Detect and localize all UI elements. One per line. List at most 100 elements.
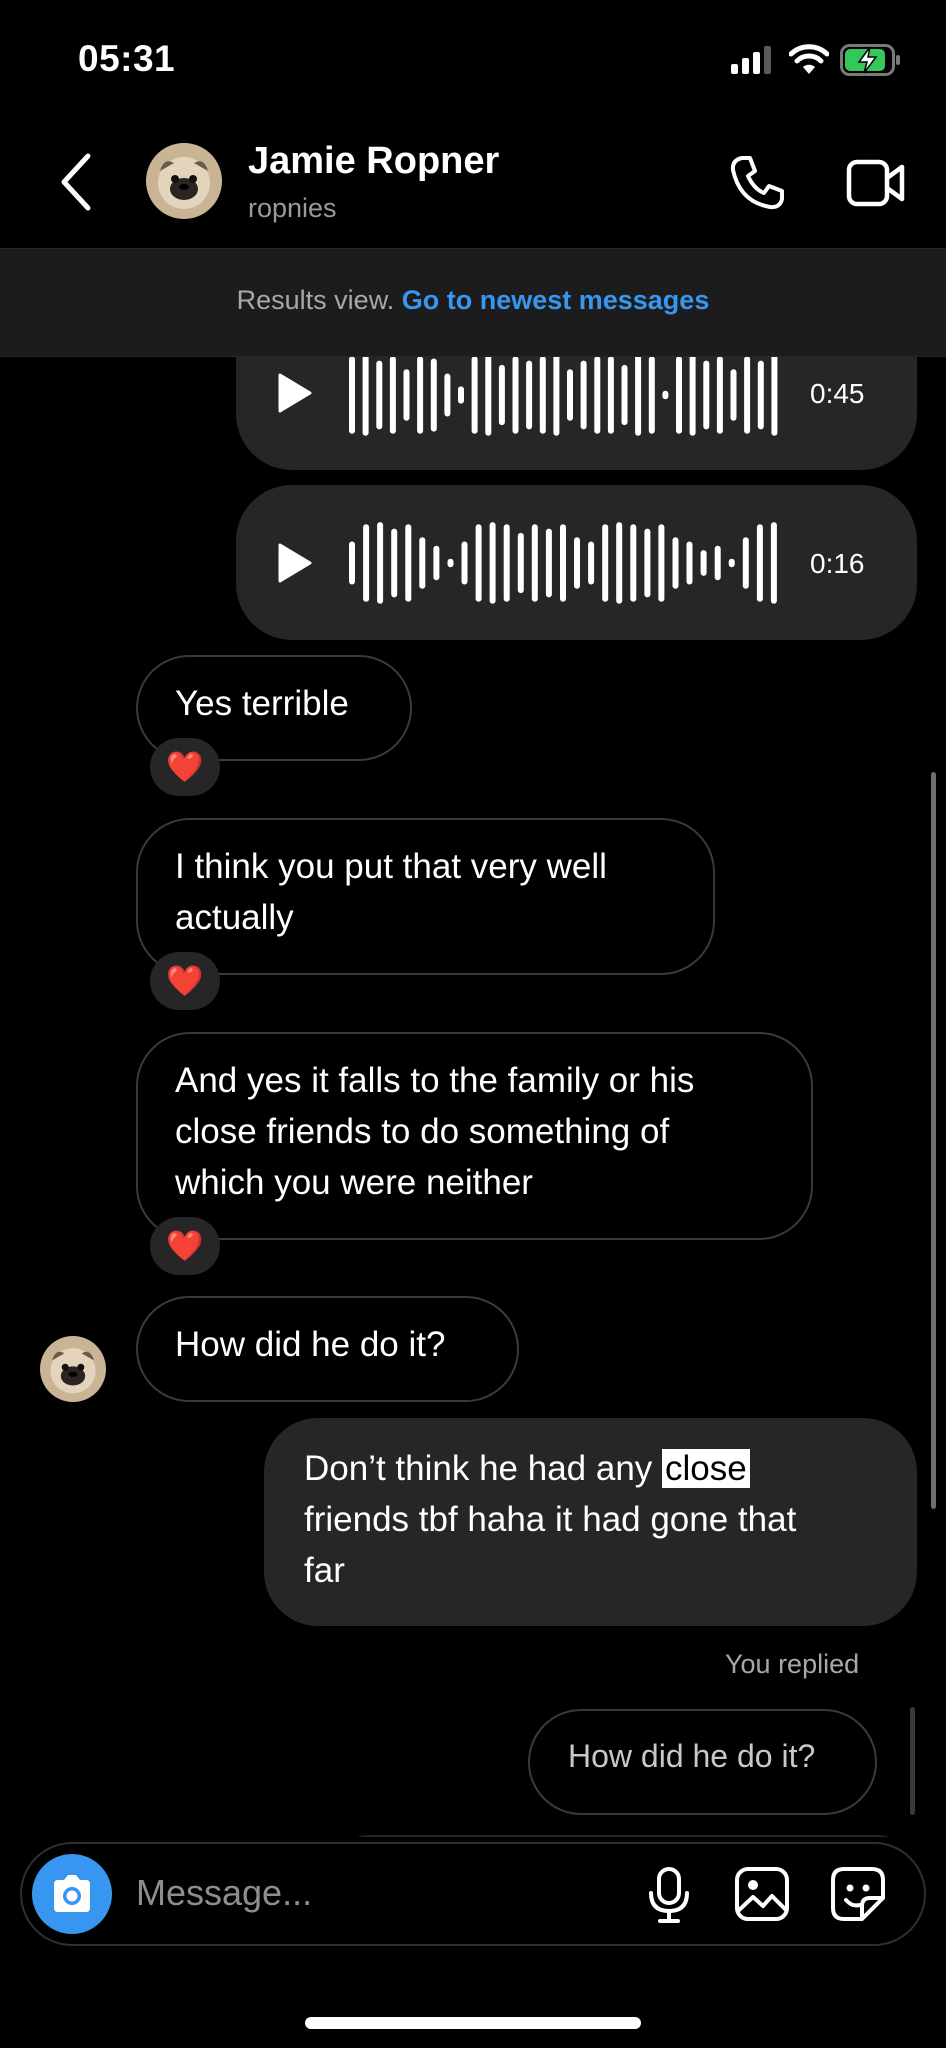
- waveform-bar: [644, 528, 651, 598]
- sender-avatar[interactable]: [40, 1336, 106, 1402]
- waveform-bar: [419, 537, 426, 589]
- voice-waveform: [349, 357, 778, 436]
- contact-username[interactable]: ropnies: [248, 193, 337, 224]
- go-to-newest-link[interactable]: Go to newest messages: [402, 285, 710, 315]
- voice-duration: 0:45: [810, 378, 865, 409]
- message-text: Don’t think he had any: [304, 1449, 653, 1488]
- waveform-bar: [648, 357, 655, 434]
- waveform-bar: [686, 541, 693, 585]
- message-text: close friends to do something of: [175, 1112, 670, 1151]
- waveform-bar: [757, 360, 764, 430]
- waveform-bar: [349, 357, 355, 434]
- waveform-bar: [471, 357, 478, 434]
- waveform-bar: [349, 541, 355, 585]
- heart-reaction-icon[interactable]: ❤️: [150, 738, 220, 796]
- waveform-bar: [512, 357, 519, 434]
- contact-name[interactable]: Jamie Ropner: [248, 140, 499, 183]
- waveform-bar: [607, 357, 614, 434]
- you-replied-label: You replied: [725, 1649, 860, 1679]
- reply-quote-text: How did he do it?: [568, 1738, 816, 1774]
- waveform-bar: [391, 528, 398, 598]
- waveform-bar: [662, 390, 669, 400]
- waveform-bar: [728, 558, 735, 568]
- camera-icon: [54, 1875, 90, 1912]
- play-icon[interactable]: [276, 372, 314, 414]
- message-input[interactable]: Message...: [136, 1872, 312, 1914]
- sticker-icon[interactable]: [830, 1866, 886, 1922]
- microphone-icon[interactable]: [646, 1866, 692, 1924]
- banner-prefix: Results view.: [236, 285, 395, 315]
- waveform-bar: [539, 357, 546, 434]
- reply-quote[interactable]: How did he do it?: [528, 1709, 877, 1815]
- message-list[interactable]: 0:45 0:16 Yes terrible ❤️ I think you pu…: [0, 357, 946, 1837]
- home-indicator[interactable]: [305, 2017, 641, 2029]
- waveform-bar: [580, 360, 587, 430]
- waveform-bar: [574, 537, 580, 589]
- phone-icon[interactable]: [728, 154, 786, 212]
- waveform-bar: [475, 524, 482, 602]
- waveform-bar: [616, 522, 623, 604]
- signal-icon: [731, 46, 771, 74]
- back-chevron-icon[interactable]: [56, 150, 100, 214]
- waveform-bar: [377, 522, 384, 604]
- waveform-bar: [363, 524, 370, 602]
- waveform-bar: [461, 541, 468, 585]
- waveform-bar: [376, 360, 383, 430]
- waveform-bar: [433, 545, 440, 581]
- outgoing-message[interactable]: [330, 1835, 917, 1837]
- incoming-message[interactable]: And yes it falls to the family or his cl…: [136, 1032, 813, 1240]
- camera-button[interactable]: [32, 1854, 112, 1934]
- message-text: actually: [175, 898, 294, 937]
- message-text: How did he do it?: [175, 1325, 446, 1364]
- message-text: far: [304, 1551, 345, 1590]
- waveform-bar: [658, 524, 665, 602]
- message-text: I think you put that very well: [175, 847, 607, 886]
- waveform-bar: [756, 524, 763, 602]
- play-icon[interactable]: [276, 542, 314, 584]
- outgoing-message[interactable]: Don’t think he had any close friends tbf…: [264, 1418, 917, 1626]
- voice-waveform: [349, 522, 777, 604]
- incoming-message[interactable]: How did he do it?: [136, 1296, 519, 1402]
- waveform-bar: [630, 524, 637, 602]
- waveform-bar: [417, 357, 424, 434]
- waveform-bar: [714, 545, 721, 581]
- waveform-bar: [489, 522, 496, 604]
- waveform-bar: [517, 532, 524, 594]
- waveform-bar: [588, 541, 595, 585]
- message-text: which you were neither: [175, 1163, 533, 1202]
- waveform-bar: [672, 537, 679, 589]
- avatar[interactable]: [146, 143, 222, 219]
- waveform-bar: [503, 524, 510, 602]
- waveform-bar: [526, 360, 533, 430]
- voice-duration: 0:16: [810, 548, 865, 579]
- message-text: And yes it falls to the family or his: [175, 1061, 695, 1100]
- waveform-bar: [594, 357, 601, 434]
- waveform-bar: [770, 522, 777, 604]
- message-text: Yes terrible: [175, 684, 349, 723]
- gallery-icon[interactable]: [734, 1866, 790, 1922]
- waveform-bar: [430, 358, 437, 432]
- waveform-bar: [531, 524, 538, 602]
- status-time: 05:31: [78, 38, 176, 79]
- waveform-bar: [744, 357, 751, 434]
- waveform-bar: [485, 357, 492, 436]
- waveform-bar: [498, 364, 505, 426]
- waveform-bar: [362, 357, 369, 436]
- waveform-bar: [635, 357, 642, 436]
- scrollbar[interactable]: [931, 772, 936, 1509]
- incoming-message[interactable]: I think you put that very well actually: [136, 818, 715, 975]
- heart-reaction-icon[interactable]: ❤️: [150, 1217, 220, 1275]
- waveform-bar: [742, 537, 749, 589]
- waveform-bar: [676, 357, 682, 434]
- waveform-bar: [703, 360, 710, 430]
- video-camera-icon[interactable]: [846, 158, 906, 208]
- waveform-bar: [602, 524, 609, 602]
- waveform-bar: [621, 364, 628, 426]
- waveform-bar: [403, 369, 410, 421]
- waveform-bar: [771, 357, 778, 436]
- wifi-icon: [789, 44, 829, 74]
- waveform-bar: [730, 369, 737, 421]
- waveform-bar: [545, 528, 552, 598]
- heart-reaction-icon[interactable]: ❤️: [150, 952, 220, 1010]
- waveform-bar: [405, 524, 412, 602]
